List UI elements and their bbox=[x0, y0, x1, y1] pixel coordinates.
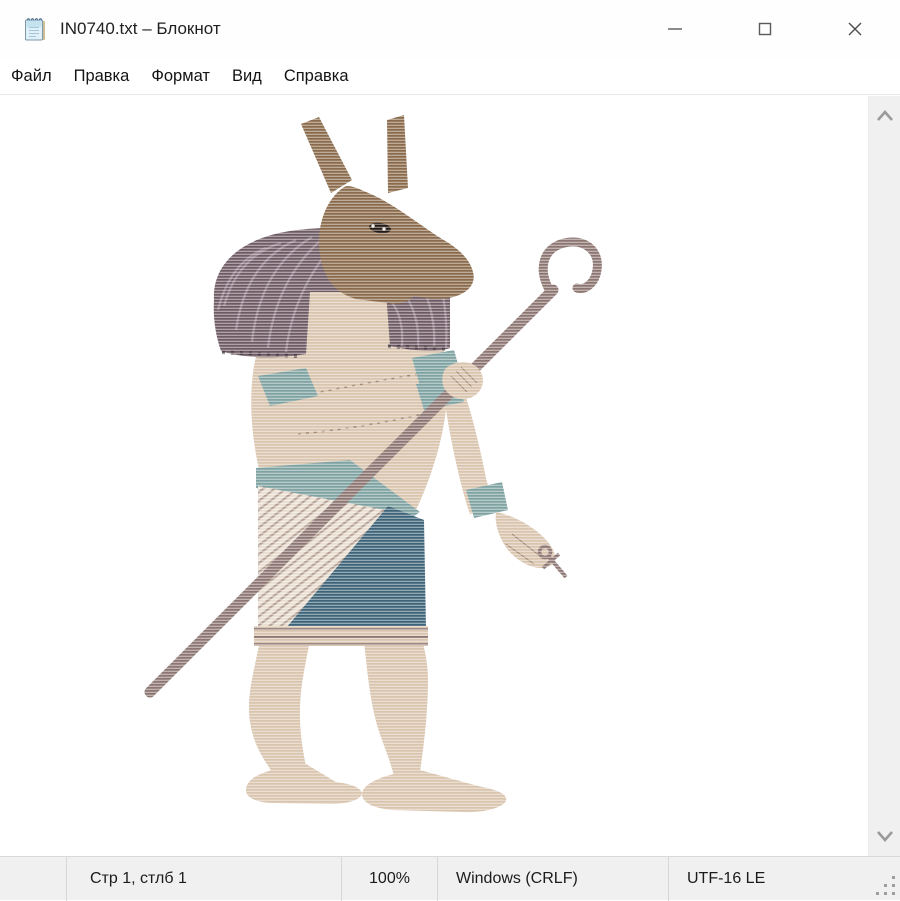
menu-item-file[interactable]: Файл bbox=[0, 58, 63, 95]
text-editor-area[interactable] bbox=[0, 96, 869, 856]
close-button[interactable] bbox=[810, 0, 900, 58]
menu-item-help[interactable]: Справка bbox=[273, 58, 360, 95]
close-icon bbox=[845, 19, 865, 39]
minimize-icon bbox=[665, 19, 685, 39]
scroll-down-button[interactable] bbox=[869, 816, 900, 856]
titlebar[interactable]: IN0740.txt – Блокнот bbox=[0, 0, 900, 58]
hand-far bbox=[496, 512, 555, 568]
status-spacer bbox=[0, 857, 66, 901]
ear-left bbox=[301, 117, 352, 193]
zoom-level: 100% bbox=[341, 857, 437, 901]
ear-right bbox=[387, 115, 408, 193]
chevron-up-icon bbox=[876, 110, 894, 122]
statusbar: Стр 1, стлб 1 100% Windows (CRLF) UTF-16… bbox=[0, 856, 900, 900]
scroll-up-button[interactable] bbox=[869, 96, 900, 136]
set-deity-artwork bbox=[0, 96, 869, 856]
chevron-down-icon bbox=[876, 830, 894, 842]
window-title: IN0740.txt – Блокнот bbox=[60, 0, 221, 58]
maximize-icon bbox=[755, 19, 775, 39]
encoding: UTF-16 LE bbox=[668, 857, 900, 901]
notepad-icon bbox=[22, 16, 48, 42]
eye-glint bbox=[371, 224, 374, 227]
resize-grip[interactable] bbox=[876, 876, 898, 898]
head bbox=[319, 186, 474, 304]
line-ending: Windows (CRLF) bbox=[437, 857, 668, 901]
menu-item-edit[interactable]: Правка bbox=[63, 58, 141, 95]
cursor-position: Стр 1, стлб 1 bbox=[66, 857, 341, 901]
back-leg bbox=[249, 640, 310, 772]
menubar: Файл Правка Формат Вид Справка bbox=[0, 58, 900, 95]
eye-glint bbox=[382, 227, 385, 230]
staff-hook bbox=[543, 242, 597, 293]
menu-item-view[interactable]: Вид bbox=[221, 58, 273, 95]
front-foot bbox=[362, 770, 506, 812]
notepad-window: IN0740.txt – Блокнот Файл Правка Формат … bbox=[0, 0, 900, 900]
minimize-button[interactable] bbox=[630, 0, 720, 58]
vertical-scrollbar[interactable] bbox=[869, 96, 900, 856]
front-leg bbox=[364, 642, 428, 776]
back-foot bbox=[246, 764, 362, 804]
menu-item-format[interactable]: Формат bbox=[140, 58, 221, 95]
maximize-button[interactable] bbox=[720, 0, 810, 58]
